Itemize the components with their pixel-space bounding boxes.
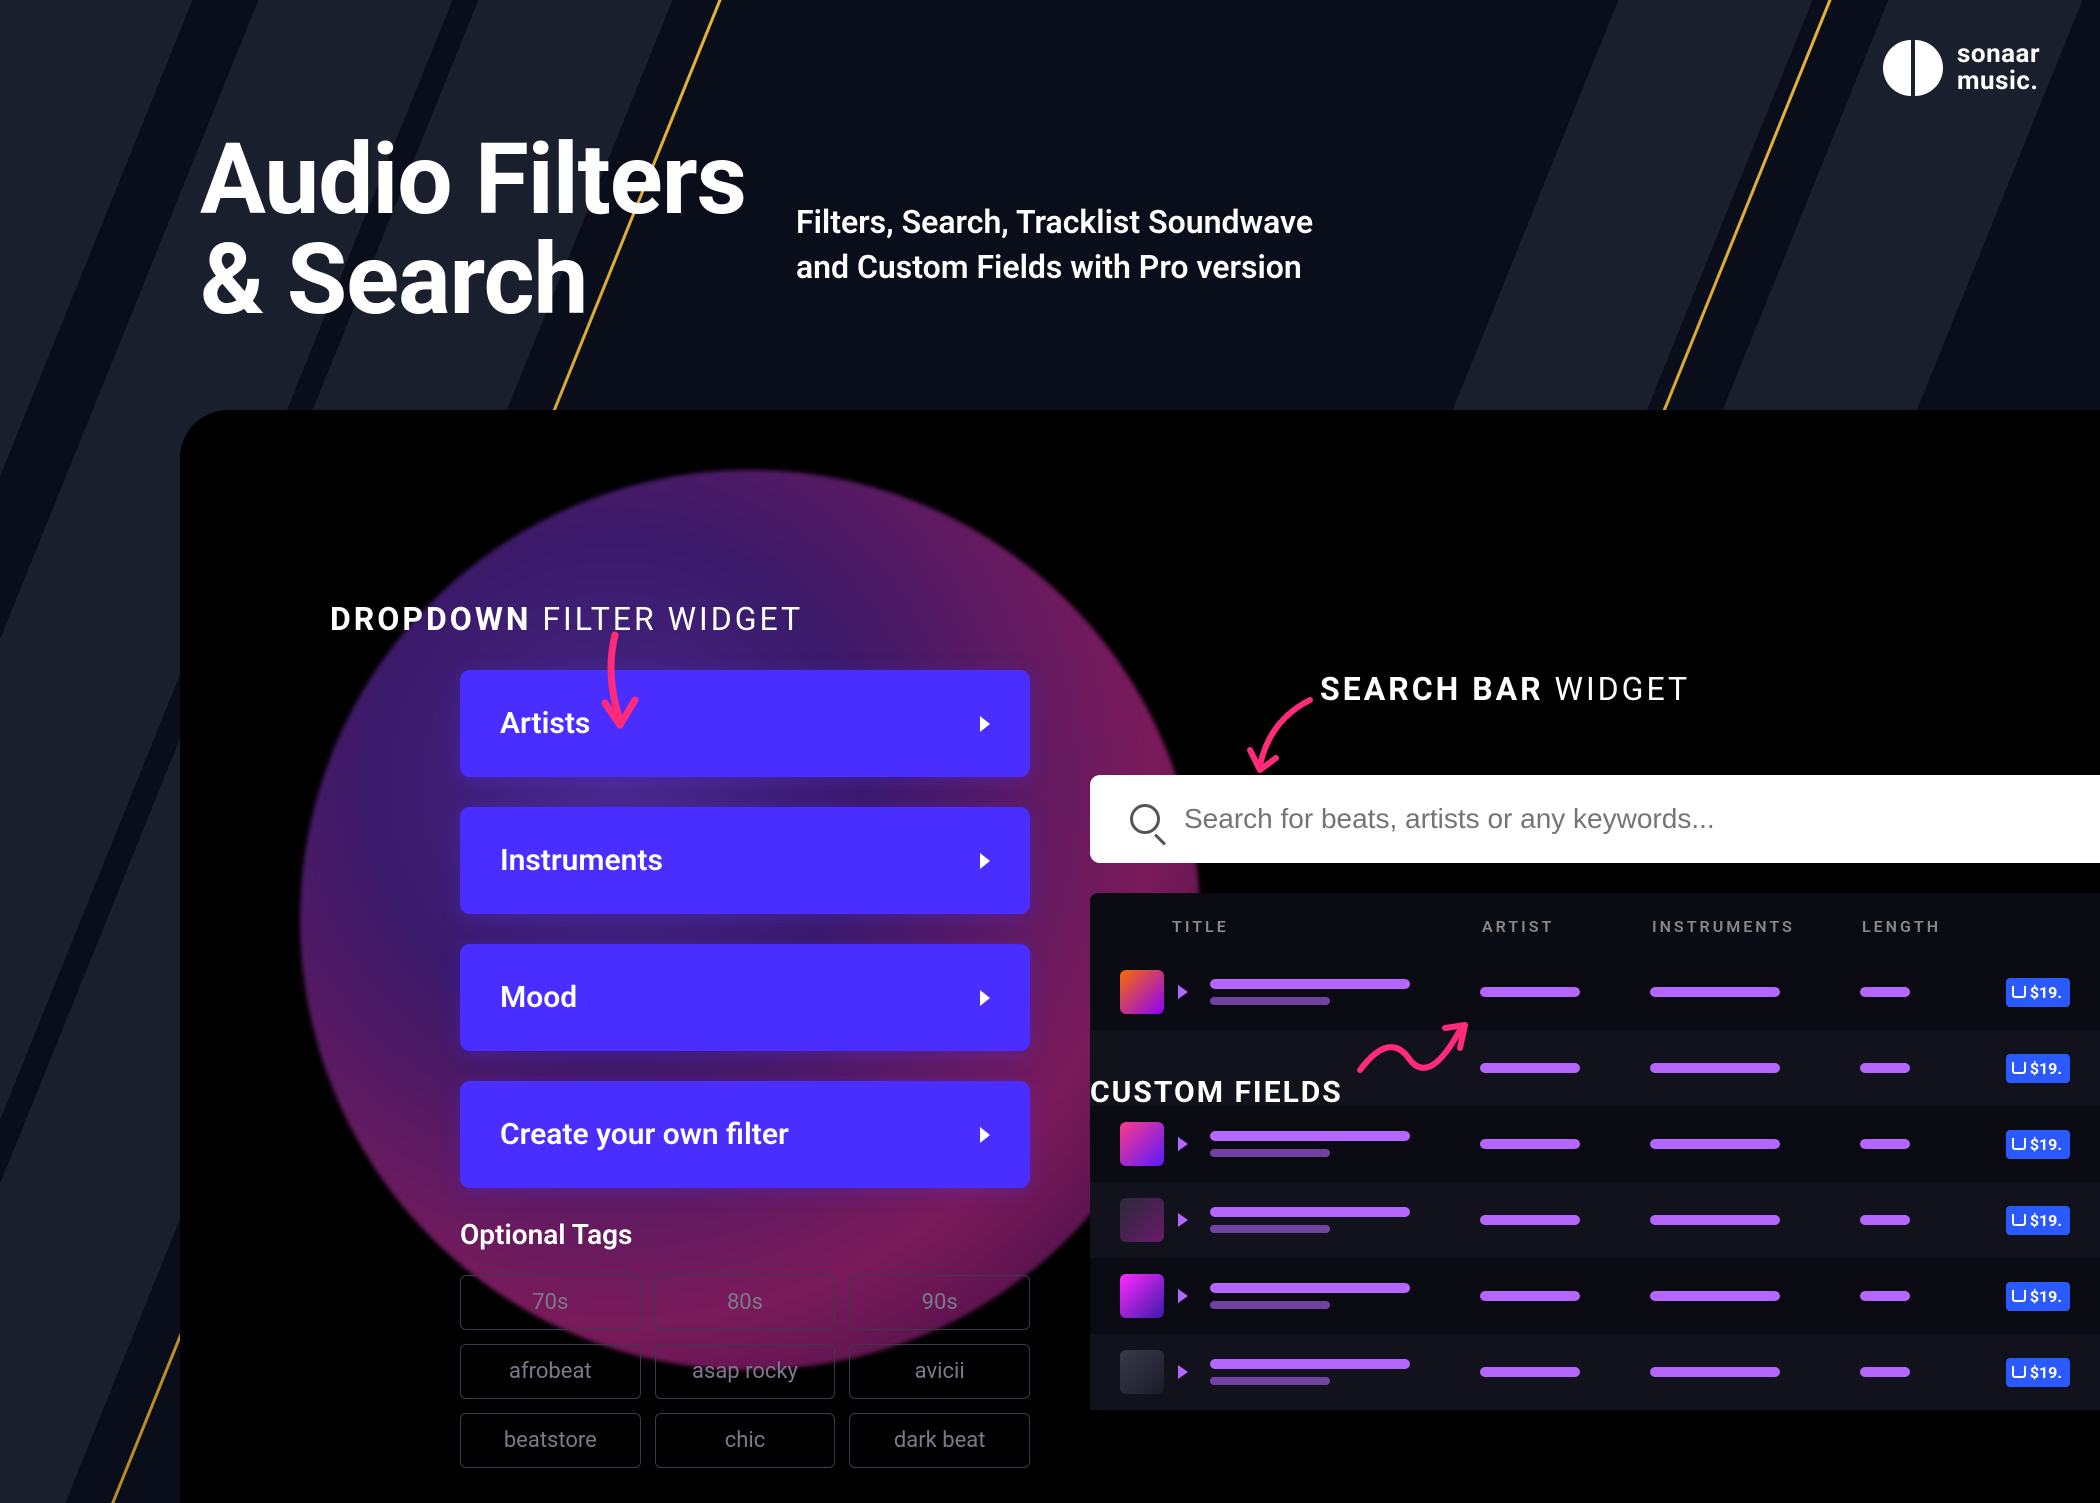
track-row[interactable]: $19. [1090,1106,2100,1182]
col-title: TITLE [1172,917,1482,936]
page-subtitle: Filters, Search, Tracklist Soundwave and… [796,200,1313,290]
tag-asap-rocky[interactable]: asap rocky [655,1344,836,1399]
cart-icon [2012,1366,2026,1378]
filter-artists[interactable]: Artists [460,670,1030,777]
cart-icon [2012,986,2026,998]
tag-afrobeat[interactable]: afrobeat [460,1344,641,1399]
price-button[interactable]: $19. [2006,1282,2070,1311]
optional-tags-section: Optional Tags 70s 80s 90s afrobeat asap … [460,1218,1030,1468]
track-thumbnail [1120,1274,1164,1318]
tag-avicii[interactable]: avicii [849,1344,1030,1399]
cart-icon [2012,1214,2026,1226]
tracklist-header: TITLE ARTIST INSTRUMENTS LENGTH [1090,917,2100,954]
showcase-panel: DROPDOWN FILTER WIDGET SEARCH BAR WIDGET… [180,410,2100,1503]
optional-tags-title: Optional Tags [460,1218,1030,1251]
track-row[interactable]: $19. [1090,954,2100,1030]
play-icon[interactable] [1178,1213,1188,1227]
col-length: LENGTH [1862,917,1992,936]
col-instruments: INSTRUMENTS [1652,917,1862,936]
cart-icon [2012,1138,2026,1150]
filter-label: Instruments [500,843,663,878]
track-row[interactable]: $19. [1090,1334,2100,1410]
tracklist: TITLE ARTIST INSTRUMENTS LENGTH $19. [1090,893,2100,1410]
search-icon [1130,804,1160,834]
filter-label: Create your own filter [500,1117,789,1152]
filter-instruments[interactable]: Instruments [460,807,1030,914]
filter-label: Artists [500,706,590,741]
track-thumbnail [1120,970,1164,1014]
callout-search-bar: SEARCH BAR WIDGET [1320,670,1690,708]
sonaar-logo-icon [1883,40,1943,96]
price-button[interactable]: $19. [2006,1054,2070,1083]
play-icon[interactable] [1178,1289,1188,1303]
tag-90s[interactable]: 90s [849,1275,1030,1330]
search-bar-widget[interactable] [1090,775,2100,863]
callout-custom-fields: CUSTOM FIELDS [1090,1075,1343,1110]
track-thumbnail [1120,1350,1164,1394]
tag-dark-beat[interactable]: dark beat [849,1413,1030,1468]
cart-icon [2012,1062,2026,1074]
chevron-right-icon [980,853,990,869]
tag-chic[interactable]: chic [655,1413,836,1468]
chevron-right-icon [980,716,990,732]
filter-create-own[interactable]: Create your own filter [460,1081,1030,1188]
play-icon[interactable] [1178,985,1188,999]
track-row[interactable]: $19. [1090,1258,2100,1334]
filter-label: Mood [500,980,577,1015]
tag-beatstore[interactable]: beatstore [460,1413,641,1468]
play-icon[interactable] [1178,1137,1188,1151]
tag-70s[interactable]: 70s [460,1275,641,1330]
dropdown-filter-widget: Artists Instruments Mood Create your own… [460,670,1030,1468]
page-heading: Audio Filters & Search Filters, Search, … [200,130,1313,330]
chevron-right-icon [980,990,990,1006]
track-row[interactable]: $19. [1090,1182,2100,1258]
brand-text: sonaar music. [1957,41,2040,96]
track-thumbnail [1120,1122,1164,1166]
callout-dropdown-filter: DROPDOWN FILTER WIDGET [330,600,803,638]
price-button[interactable]: $19. [2006,1130,2070,1159]
search-input[interactable] [1184,803,2060,835]
play-icon[interactable] [1178,1365,1188,1379]
tag-80s[interactable]: 80s [655,1275,836,1330]
chevron-right-icon [980,1127,990,1143]
brand-logo-block: sonaar music. [1883,40,2040,96]
cart-icon [2012,1290,2026,1302]
price-button[interactable]: $19. [2006,1206,2070,1235]
page-title: Audio Filters & Search [200,130,746,330]
col-artist: ARTIST [1482,917,1652,936]
track-thumbnail [1120,1198,1164,1242]
filter-mood[interactable]: Mood [460,944,1030,1051]
price-button[interactable]: $19. [2006,1358,2070,1387]
price-button[interactable]: $19. [2006,978,2070,1007]
